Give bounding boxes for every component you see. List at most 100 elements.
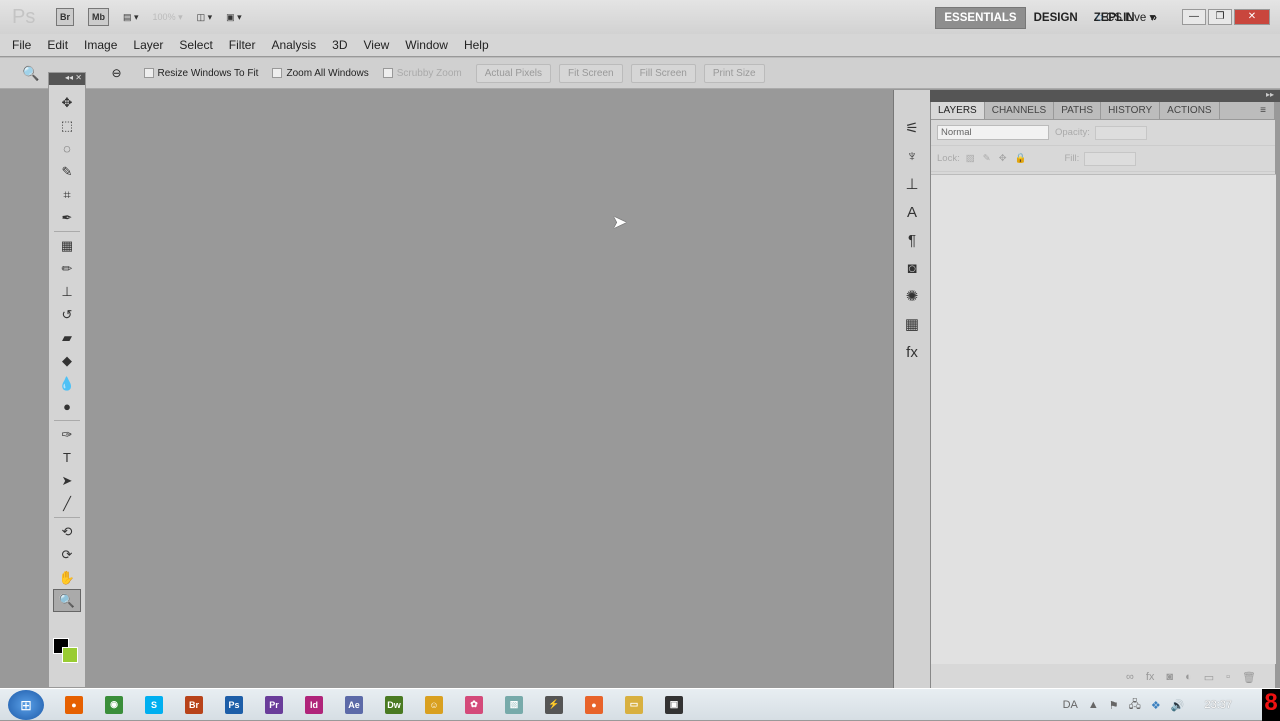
menu-file[interactable]: File [4, 38, 39, 52]
opacity-field[interactable] [1094, 125, 1147, 140]
language-indicator[interactable]: DA [1063, 699, 1078, 711]
clock[interactable]: 23:37 [1204, 699, 1232, 711]
character-icon[interactable]: A [894, 198, 930, 226]
screen-mode-button[interactable]: ▣ ▾ [226, 8, 242, 26]
taskbar-photoshop[interactable]: Ps [214, 691, 254, 719]
clone-source-icon[interactable]: ⊥ [894, 170, 930, 198]
blend-mode-select[interactable]: Normal [937, 125, 1049, 140]
mask-icon[interactable]: ◙ [1166, 671, 1173, 683]
clone-stamp-icon[interactable]: ⊥ [49, 280, 85, 303]
arrange-documents-button[interactable]: ◫ ▾ [197, 8, 213, 26]
taskbar-app-orange[interactable]: ● [574, 691, 614, 719]
minimize-button[interactable]: — [1182, 9, 1206, 25]
tools-panel-header[interactable]: ◂◂ ✕ [49, 73, 85, 85]
taskbar-explorer[interactable]: ▭ [614, 691, 654, 719]
link-layers-icon[interactable]: ∞ [1126, 671, 1134, 683]
3d-rotate-icon[interactable]: ⟲ [49, 520, 85, 543]
dock-header[interactable]: ◂◂▸▸ [893, 90, 1280, 102]
show-hidden-icons[interactable]: ▲ [1088, 699, 1099, 711]
workspace-essentials[interactable]: ESSENTIALS [935, 7, 1026, 29]
swatches-icon[interactable]: ▦ [894, 310, 930, 338]
group-icon[interactable]: ▭ [1204, 671, 1214, 684]
taskbar-bridge[interactable]: Br [174, 691, 214, 719]
taskbar-app-image[interactable]: ▧ [494, 691, 534, 719]
paragraph-icon[interactable]: ¶ [894, 226, 930, 254]
taskbar-indesign[interactable]: Id [294, 691, 334, 719]
zoom-all-windows-checkbox[interactable]: Zoom All Windows [272, 68, 369, 79]
menu-view[interactable]: View [355, 38, 397, 52]
tab-layers[interactable]: LAYERS [931, 102, 985, 119]
menu-window[interactable]: Window [397, 38, 456, 52]
scrubby-zoom-checkbox[interactable]: Scrubby Zoom [382, 68, 462, 79]
history-brush-icon[interactable]: ↺ [49, 303, 85, 326]
path-selection-icon[interactable]: ➤ [49, 469, 85, 492]
lasso-tool-icon[interactable]: ◌ [49, 137, 85, 160]
start-button[interactable]: ⊞ [8, 689, 44, 720]
expand-icon[interactable]: ▸▸ [1266, 90, 1274, 99]
network-icon[interactable]: 🖧 [1129, 696, 1141, 715]
menu-3d[interactable]: 3D [324, 38, 355, 52]
type-tool-icon[interactable]: T [49, 446, 85, 469]
taskbar-app-console[interactable]: ▣ [654, 691, 694, 719]
print-size-button[interactable]: Print Size [703, 63, 765, 83]
taskbar-firefox[interactable]: ● [54, 691, 94, 719]
new-layer-icon[interactable]: ▫ [1226, 671, 1230, 683]
paint-bucket-icon[interactable]: ◆ [49, 349, 85, 372]
tab-paths[interactable]: PATHS [1054, 102, 1102, 119]
fill-field[interactable] [1084, 151, 1137, 166]
launch-bridge-button[interactable]: Br [56, 8, 75, 26]
taskbar-skype[interactable]: S [134, 691, 174, 719]
menu-edit[interactable]: Edit [39, 38, 76, 52]
menu-image[interactable]: Image [76, 38, 125, 52]
background-color-swatch[interactable] [62, 647, 78, 663]
eyedropper-icon[interactable]: ✒ [49, 206, 85, 229]
taskbar-app-tool[interactable]: ⚡ [534, 691, 574, 719]
launch-minibridge-button[interactable]: Mb [88, 8, 110, 26]
menu-filter[interactable]: Filter [221, 38, 264, 52]
brushes-icon[interactable]: ♆ [894, 142, 930, 170]
tab-actions[interactable]: ACTIONS [1160, 102, 1220, 119]
eraser-icon[interactable]: ▰ [49, 326, 85, 349]
tab-history[interactable]: HISTORY [1101, 102, 1161, 119]
taskbar-after-effects[interactable]: Ae [334, 691, 374, 719]
fx-icon[interactable]: fx [894, 338, 930, 366]
fx-icon[interactable]: fx [1146, 671, 1155, 683]
actual-pixels-button[interactable]: Actual Pixels [475, 63, 551, 83]
zoom-out-icon[interactable]: ⊖ [111, 66, 121, 80]
crop-tool-icon[interactable]: ⌗ [49, 183, 85, 206]
taskbar-app-pink[interactable]: ✿ [454, 691, 494, 719]
healing-brush-icon[interactable]: ▦ [49, 234, 85, 257]
action-center-icon[interactable]: ⚑ [1109, 699, 1119, 712]
3d-orbit-icon[interactable]: ⟳ [49, 543, 85, 566]
lock-icons[interactable]: ▨✎✥🔒 [966, 153, 1035, 164]
cs-live-button[interactable]: ◌ CS Live ▾ [1096, 10, 1155, 24]
fill-screen-button[interactable]: Fill Screen [630, 63, 696, 83]
taskbar-messenger[interactable]: ☺ [414, 691, 454, 719]
adjust-icon[interactable]: ⚟ [894, 114, 930, 142]
masks-icon[interactable]: ◙ [894, 254, 930, 282]
zoom-preset-icon[interactable]: 🔍 [22, 65, 39, 82]
menu-layer[interactable]: Layer [125, 38, 171, 52]
view-extras-button[interactable]: ▤ ▾ [123, 8, 139, 26]
volume-icon[interactable]: 🔊 [1171, 699, 1185, 712]
blur-tool-icon[interactable]: 💧 [49, 372, 85, 395]
menu-help[interactable]: Help [456, 38, 497, 52]
trash-icon[interactable]: 🗑 [1242, 671, 1256, 684]
zoom-level[interactable]: 100% ▾ [153, 8, 183, 26]
taskbar-premiere[interactable]: Pr [254, 691, 294, 719]
tab-channels[interactable]: CHANNELS [985, 102, 1055, 119]
menu-analysis[interactable]: Analysis [263, 38, 324, 52]
dropbox-icon[interactable]: ❖ [1151, 699, 1161, 712]
styles-icon[interactable]: ✺ [894, 282, 930, 310]
restore-button[interactable]: ❐ [1208, 9, 1232, 25]
hand-tool-icon[interactable]: ✋ [49, 566, 85, 589]
workspace-design[interactable]: DESIGN [1026, 8, 1086, 28]
taskbar-chrome[interactable]: ◉ [94, 691, 134, 719]
dodge-tool-icon[interactable]: ● [49, 395, 85, 418]
brush-tool-icon[interactable]: ✏ [49, 257, 85, 280]
move-tool-icon[interactable]: ✥ [49, 91, 85, 114]
fit-screen-button[interactable]: Fit Screen [559, 63, 623, 83]
menu-select[interactable]: Select [171, 38, 220, 52]
adjustment-icon[interactable]: ◐ [1185, 671, 1192, 683]
resize-windows-checkbox[interactable]: Resize Windows To Fit [143, 68, 258, 79]
